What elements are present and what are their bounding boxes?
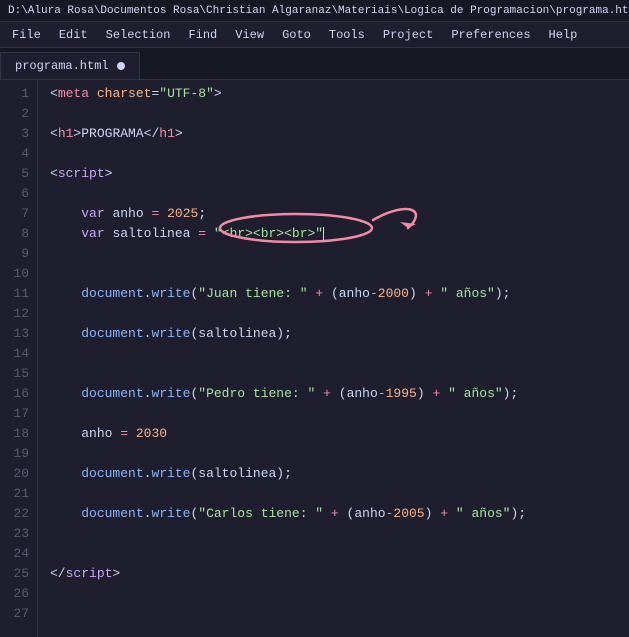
line-num-26: 26 bbox=[0, 584, 37, 604]
code-line-21 bbox=[50, 484, 629, 504]
line-num-6: 6 bbox=[0, 184, 37, 204]
line-num-21: 21 bbox=[0, 484, 37, 504]
line-num-14: 14 bbox=[0, 344, 37, 364]
tab-modified-dot bbox=[117, 62, 125, 70]
menu-selection[interactable]: Selection bbox=[98, 26, 179, 44]
code-line-11: document.write("Juan tiene: " + (anho-20… bbox=[50, 284, 629, 304]
title-bar: D:\Alura Rosa\Documentos Rosa\Christian … bbox=[0, 0, 629, 22]
line-num-8: 8 bbox=[0, 224, 37, 244]
code-line-6 bbox=[50, 184, 629, 204]
menu-project[interactable]: Project bbox=[375, 26, 441, 44]
menu-bar: File Edit Selection Find View Goto Tools… bbox=[0, 22, 629, 48]
code-line-16: document.write("Pedro tiene: " + (anho-1… bbox=[50, 384, 629, 404]
line-num-4: 4 bbox=[0, 144, 37, 164]
code-line-18: anho = 2030 bbox=[50, 424, 629, 444]
line-num-11: 11 bbox=[0, 284, 37, 304]
menu-edit[interactable]: Edit bbox=[51, 26, 96, 44]
line-num-5: 5 bbox=[0, 164, 37, 184]
code-line-8: var saltolinea = "<br><br><br>" bbox=[50, 224, 629, 244]
tab-label: programa.html bbox=[15, 59, 109, 73]
line-num-17: 17 bbox=[0, 404, 37, 424]
line-numbers: 1 2 3 4 5 6 7 8 9 10 11 12 13 14 15 16 1… bbox=[0, 80, 38, 637]
code-line-24 bbox=[50, 544, 629, 564]
menu-find[interactable]: Find bbox=[180, 26, 225, 44]
code-line-10 bbox=[50, 264, 629, 284]
line-num-20: 20 bbox=[0, 464, 37, 484]
code-line-14 bbox=[50, 344, 629, 364]
code-line-9 bbox=[50, 244, 629, 264]
line-num-23: 23 bbox=[0, 524, 37, 544]
line-num-9: 9 bbox=[0, 244, 37, 264]
code-line-5: <script> bbox=[50, 164, 629, 184]
line-num-25: 25 bbox=[0, 564, 37, 584]
line-num-18: 18 bbox=[0, 424, 37, 444]
menu-file[interactable]: File bbox=[4, 26, 49, 44]
line-num-12: 12 bbox=[0, 304, 37, 324]
code-line-15 bbox=[50, 364, 629, 384]
editor: 1 2 3 4 5 6 7 8 9 10 11 12 13 14 15 16 1… bbox=[0, 80, 629, 637]
code-area[interactable]: <meta charset="UTF-8"> <h1>PROGRAMA</h1>… bbox=[38, 80, 629, 637]
line-num-19: 19 bbox=[0, 444, 37, 464]
menu-help[interactable]: Help bbox=[541, 26, 586, 44]
line-num-15: 15 bbox=[0, 364, 37, 384]
code-line-27 bbox=[50, 604, 629, 624]
code-line-3: <h1>PROGRAMA</h1> bbox=[50, 124, 629, 144]
code-line-2 bbox=[50, 104, 629, 124]
line-num-22: 22 bbox=[0, 504, 37, 524]
code-line-1: <meta charset="UTF-8"> bbox=[50, 84, 629, 104]
code-line-12 bbox=[50, 304, 629, 324]
line-num-1: 1 bbox=[0, 84, 37, 104]
code-line-25: </script> bbox=[50, 564, 629, 584]
menu-preferences[interactable]: Preferences bbox=[443, 26, 538, 44]
line-num-16: 16 bbox=[0, 384, 37, 404]
menu-tools[interactable]: Tools bbox=[321, 26, 373, 44]
code-line-7: var anho = 2025; bbox=[50, 204, 629, 224]
line-num-2: 2 bbox=[0, 104, 37, 124]
code-line-17 bbox=[50, 404, 629, 424]
code-line-23 bbox=[50, 524, 629, 544]
line-num-27: 27 bbox=[0, 604, 37, 624]
code-line-19 bbox=[50, 444, 629, 464]
code-line-26 bbox=[50, 584, 629, 604]
code-line-20: document.write(saltolinea); bbox=[50, 464, 629, 484]
title-text: D:\Alura Rosa\Documentos Rosa\Christian … bbox=[8, 5, 629, 17]
code-line-4 bbox=[50, 144, 629, 164]
menu-goto[interactable]: Goto bbox=[274, 26, 319, 44]
menu-view[interactable]: View bbox=[227, 26, 272, 44]
tab-bar: programa.html bbox=[0, 48, 629, 80]
line-num-10: 10 bbox=[0, 264, 37, 284]
line-num-13: 13 bbox=[0, 324, 37, 344]
code-line-22: document.write("Carlos tiene: " + (anho-… bbox=[50, 504, 629, 524]
code-line-13: document.write(saltolinea); bbox=[50, 324, 629, 344]
line-num-3: 3 bbox=[0, 124, 37, 144]
line-num-24: 24 bbox=[0, 544, 37, 564]
line-num-7: 7 bbox=[0, 204, 37, 224]
tab-programa-html[interactable]: programa.html bbox=[0, 52, 140, 79]
